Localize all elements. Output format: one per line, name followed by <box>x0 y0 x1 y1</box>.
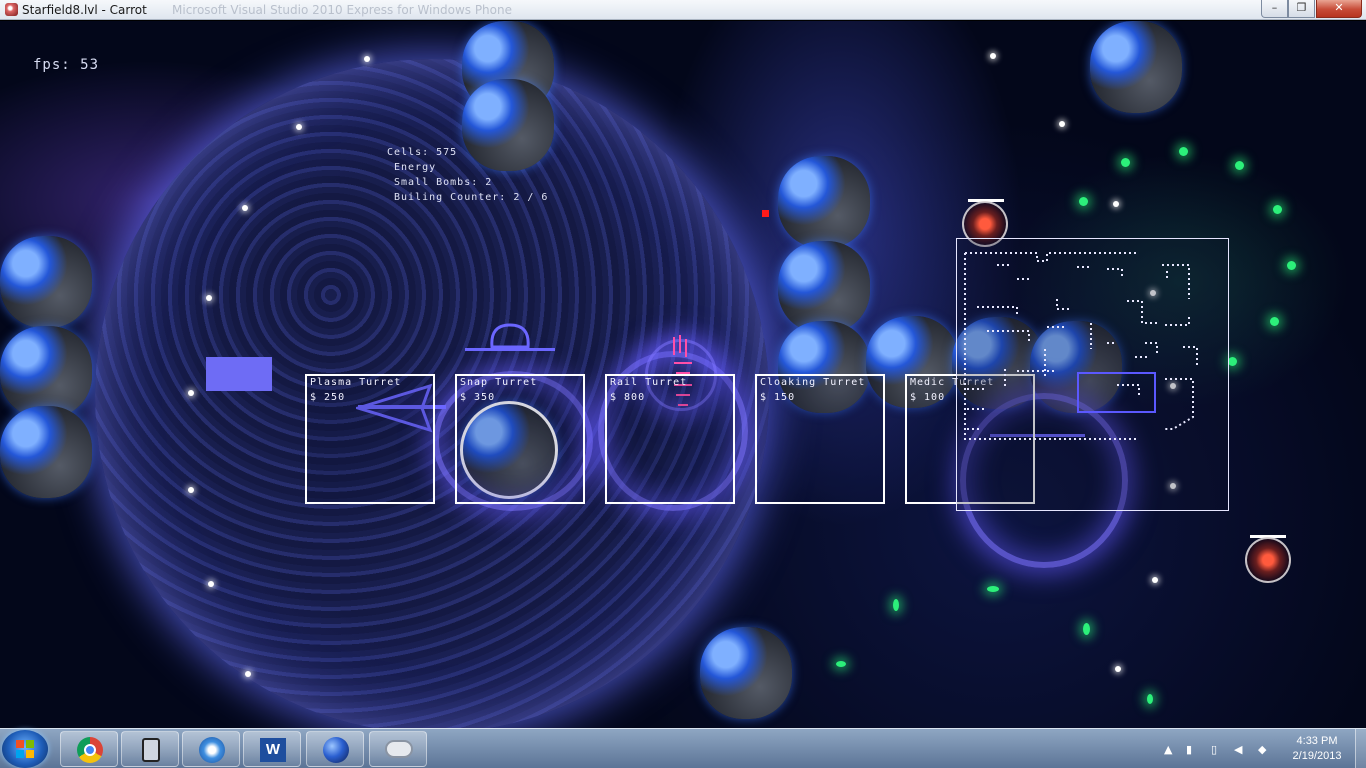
energy-bar <box>206 357 272 391</box>
green-particle <box>1273 205 1282 214</box>
star <box>1152 577 1158 583</box>
minimize-button[interactable]: – <box>1261 0 1288 18</box>
clock-time: 4:33 PM <box>1296 735 1338 747</box>
turret-cost: $ 350 <box>460 392 496 403</box>
star <box>245 671 251 677</box>
star <box>242 205 248 211</box>
show-desktop-button[interactable] <box>1355 729 1366 768</box>
taskbar-game-button[interactable] <box>306 731 364 767</box>
build-plasma-turret-button[interactable]: Plasma Turret $ 250 <box>305 374 435 504</box>
enemy-ship[interactable] <box>1245 537 1291 583</box>
green-particle <box>836 661 846 667</box>
taskbar-chrome-button[interactable] <box>60 731 118 767</box>
asteroid <box>778 156 870 248</box>
green-particle <box>1270 317 1279 326</box>
turret-cost: $ 100 <box>910 392 946 403</box>
green-particle <box>1235 161 1244 170</box>
cells-label: Cells: 575 <box>387 147 458 158</box>
turret-name: Cloaking Turret <box>760 377 866 388</box>
asteroid <box>0 406 92 498</box>
minimap[interactable] <box>956 238 1229 511</box>
word-icon: W <box>260 738 286 762</box>
building-counter-label: Builing Counter: 2 / 6 <box>394 192 549 203</box>
asteroid <box>0 236 92 328</box>
star <box>188 487 194 493</box>
minimap-viewport-box[interactable] <box>1077 372 1156 413</box>
taskbar-phone-emulator-button[interactable] <box>121 731 179 767</box>
green-particle <box>987 586 999 592</box>
star <box>1059 121 1065 127</box>
star <box>364 56 370 62</box>
dropbox-icon[interactable]: ◆ <box>1258 743 1266 756</box>
app-icon <box>5 3 18 16</box>
windows-taskbar: W ▲ ▮ ▯ ◀ ◆ 4:33 PM 2/19/2013 <box>0 728 1366 768</box>
energy-label: Energy <box>394 162 437 173</box>
turret-shape-icon <box>490 323 530 349</box>
turret-cost: $ 150 <box>760 392 796 403</box>
turret-name: Plasma Turret <box>310 377 402 388</box>
green-particle <box>1287 261 1296 270</box>
green-particle <box>1179 147 1188 156</box>
taskbar-xbox-button[interactable] <box>369 731 427 767</box>
windows-phone-emulator-icon <box>142 738 160 762</box>
window-titlebar: Starfield8.lvl - Carrot Microsoft Visual… <box>0 0 1366 20</box>
asteroid <box>0 326 92 418</box>
maximize-button[interactable]: ❐ <box>1288 0 1315 18</box>
star <box>296 124 302 130</box>
start-button[interactable] <box>2 730 48 768</box>
volume-icon[interactable]: ◀ <box>1234 743 1242 756</box>
turret-cost: $ 250 <box>310 392 346 403</box>
show-hidden-icons[interactable]: ▲ <box>1164 743 1172 756</box>
star <box>206 295 212 301</box>
game-icon <box>323 737 349 763</box>
star <box>1113 201 1119 207</box>
close-button[interactable]: ✕ <box>1316 0 1362 18</box>
window-title-faded: Microsoft Visual Studio 2010 Express for… <box>172 3 512 17</box>
build-rail-turret-button[interactable]: Rail Turret $ 800 <box>605 374 735 504</box>
target-marker <box>762 210 769 217</box>
small-bombs-label: Small Bombs: 2 <box>394 177 493 188</box>
turret-cost: $ 800 <box>610 392 646 403</box>
green-particle <box>1121 158 1130 167</box>
battery-icon[interactable]: ▯ <box>1211 743 1217 756</box>
green-particle <box>893 599 899 611</box>
windows-logo-icon <box>16 740 34 758</box>
build-snap-turret-button[interactable]: Snap Turret $ 350 <box>455 374 585 504</box>
green-particle <box>1079 197 1088 206</box>
asteroid <box>778 241 870 333</box>
game-viewport[interactable]: fps: 53 Cells: 575 Energy Small Bombs: 2… <box>0 21 1366 728</box>
chrome-center <box>84 744 96 756</box>
network-icon[interactable]: ▮ <box>1186 743 1192 756</box>
clock-date: 2/19/2013 <box>1292 750 1342 762</box>
star <box>208 581 214 587</box>
green-particle <box>1147 694 1153 704</box>
star <box>188 390 194 396</box>
itunes-icon <box>199 737 225 763</box>
star <box>990 53 996 59</box>
taskbar-itunes-button[interactable] <box>182 731 240 767</box>
taskbar-word-button[interactable]: W <box>243 731 301 767</box>
asteroid <box>1090 21 1182 113</box>
build-cloaking-turret-button[interactable]: Cloaking Turret $ 150 <box>755 374 885 504</box>
asteroid <box>700 627 792 719</box>
system-clock[interactable]: 4:33 PM 2/19/2013 <box>1282 734 1352 764</box>
resource-hud: Cells: 575 Energy Small Bombs: 2 Builing… <box>387 145 548 205</box>
green-particle <box>1083 623 1090 635</box>
window-title: Starfield8.lvl - Carrot <box>22 3 147 17</box>
turret-name: Snap Turret <box>460 377 538 388</box>
fps-counter: fps: 53 <box>33 57 100 73</box>
xbox-controller-icon <box>385 740 413 758</box>
star <box>1115 666 1121 672</box>
turret-name: Rail Turret <box>610 377 688 388</box>
